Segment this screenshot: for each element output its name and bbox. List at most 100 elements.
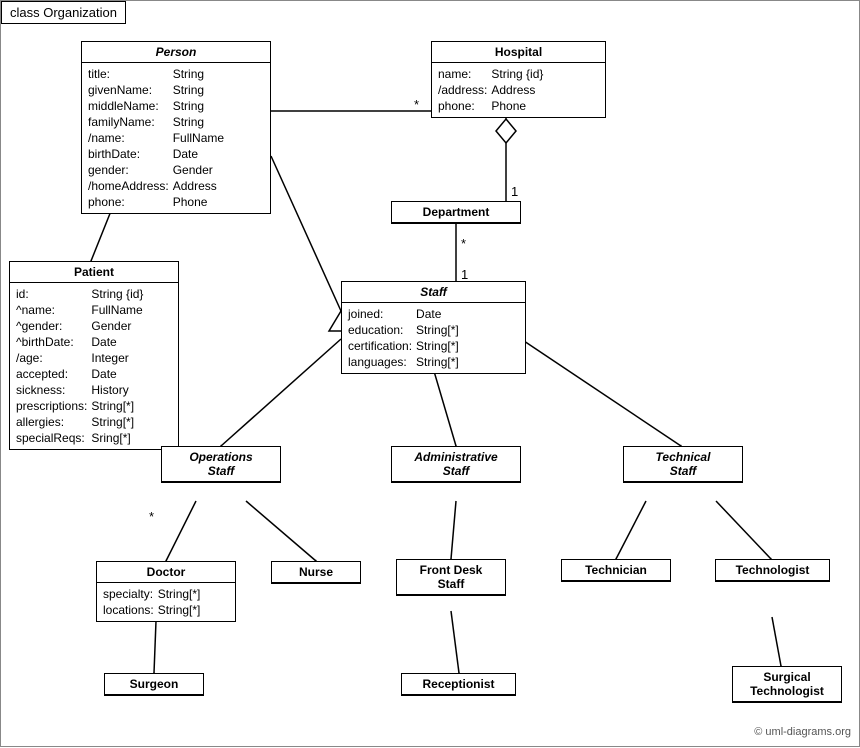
field-label: phone: [438, 98, 491, 114]
copyright-label: © uml-diagrams.org [754, 726, 851, 738]
field-label: givenName: [88, 82, 173, 98]
field-label: name: [438, 66, 491, 82]
uml-box-staff: Staffjoined:Dateeducation:String[*]certi… [341, 281, 526, 374]
uml-box-front_desk_staff: Front DeskStaff [396, 559, 506, 596]
diagram-title: class Organization [1, 1, 126, 24]
field-type: Integer [91, 350, 147, 366]
field-type: Address [491, 82, 547, 98]
field-type: Phone [173, 194, 228, 210]
box-body-staff: joined:Dateeducation:String[*]certificat… [342, 303, 525, 373]
uml-box-department: Department [391, 201, 521, 224]
box-title-person: Person [82, 42, 270, 63]
field-type: String [173, 66, 228, 82]
field-label: /address: [438, 82, 491, 98]
table-row: middleName:String [88, 98, 228, 114]
uml-box-patient: Patient id:String {id}^name:FullName^gend… [9, 261, 179, 450]
svg-text:*: * [414, 97, 419, 112]
field-label: /age: [16, 350, 91, 366]
field-type: String {id} [491, 66, 547, 82]
field-label: prescriptions: [16, 398, 91, 414]
field-label: joined: [348, 306, 416, 322]
svg-text:*: * [461, 236, 466, 251]
table-row: sickness:History [16, 382, 147, 398]
uml-box-doctor: Doctorspecialty:String[*]locations:Strin… [96, 561, 236, 622]
table-row: phone:Phone [438, 98, 547, 114]
field-type: String[*] [416, 322, 463, 338]
table-row: locations:String[*] [103, 602, 204, 618]
field-type: String[*] [158, 586, 205, 602]
box-title-surgeon: Surgeon [105, 674, 203, 695]
field-type: Gender [91, 318, 147, 334]
field-type: String {id} [91, 286, 147, 302]
field-label: allergies: [16, 414, 91, 430]
table-row: accepted:Date [16, 366, 147, 382]
field-label: id: [16, 286, 91, 302]
field-label: locations: [103, 602, 158, 618]
table-row: joined:Date [348, 306, 463, 322]
uml-box-operations_staff: OperationsStaff [161, 446, 281, 483]
field-label: specialty: [103, 586, 158, 602]
field-type: Date [416, 306, 463, 322]
table-row: familyName:String [88, 114, 228, 130]
box-title-nurse: Nurse [272, 562, 360, 583]
field-label: ^gender: [16, 318, 91, 334]
field-type: Address [173, 178, 228, 194]
field-label: ^name: [16, 302, 91, 318]
box-title-admin_staff: AdministrativeStaff [392, 447, 520, 482]
field-type: String[*] [416, 354, 463, 370]
uml-box-nurse: Nurse [271, 561, 361, 584]
field-label: middleName: [88, 98, 173, 114]
field-label: accepted: [16, 366, 91, 382]
field-label: /name: [88, 130, 173, 146]
uml-box-surgeon: Surgeon [104, 673, 204, 696]
field-type: String [173, 114, 228, 130]
box-title-doctor: Doctor [97, 562, 235, 583]
table-row: education:String[*] [348, 322, 463, 338]
field-type: String[*] [91, 398, 147, 414]
field-type: FullName [91, 302, 147, 318]
uml-box-admin_staff: AdministrativeStaff [391, 446, 521, 483]
box-title-surgical_technologist: SurgicalTechnologist [733, 667, 841, 702]
box-title-patient: Patient [10, 262, 178, 283]
field-type: Date [91, 366, 147, 382]
field-type: String [173, 98, 228, 114]
field-label: /homeAddress: [88, 178, 173, 194]
box-body-hospital: name:String {id}/address:Addressphone:Ph… [432, 63, 605, 117]
field-label: birthDate: [88, 146, 173, 162]
field-label: languages: [348, 354, 416, 370]
box-title-operations_staff: OperationsStaff [162, 447, 280, 482]
field-label: specialReqs: [16, 430, 91, 446]
uml-box-hospital: Hospitalname:String {id}/address:Address… [431, 41, 606, 118]
table-row: ^name:FullName [16, 302, 147, 318]
table-row: certification:String[*] [348, 338, 463, 354]
table-row: specialty:String[*] [103, 586, 204, 602]
box-title-technologist: Technologist [716, 560, 829, 581]
field-type: String[*] [91, 414, 147, 430]
field-type: FullName [173, 130, 228, 146]
box-title-front_desk_staff: Front DeskStaff [397, 560, 505, 595]
field-type: Date [173, 146, 228, 162]
box-title-technical_staff: TechnicalStaff [624, 447, 742, 482]
box-title-hospital: Hospital [432, 42, 605, 63]
table-row: /homeAddress:Address [88, 178, 228, 194]
table-row: languages:String[*] [348, 354, 463, 370]
box-title-department: Department [392, 202, 520, 223]
box-body-person: title:StringgivenName:StringmiddleName:S… [82, 63, 270, 213]
uml-box-technologist: Technologist [715, 559, 830, 582]
field-type: Phone [491, 98, 547, 114]
box-body-doctor: specialty:String[*]locations:String[*] [97, 583, 235, 621]
uml-box-technical_staff: TechnicalStaff [623, 446, 743, 483]
svg-text:1: 1 [511, 184, 518, 199]
uml-box-surgical_technologist: SurgicalTechnologist [732, 666, 842, 703]
table-row: /age:Integer [16, 350, 147, 366]
field-type: String[*] [158, 602, 205, 618]
field-type: History [91, 382, 147, 398]
table-row: title:String [88, 66, 228, 82]
field-label: education: [348, 322, 416, 338]
field-type: String[*] [416, 338, 463, 354]
field-label: gender: [88, 162, 173, 178]
table-row: givenName:String [88, 82, 228, 98]
table-row: gender:Gender [88, 162, 228, 178]
uml-box-technician: Technician [561, 559, 671, 582]
box-title-technician: Technician [562, 560, 670, 581]
